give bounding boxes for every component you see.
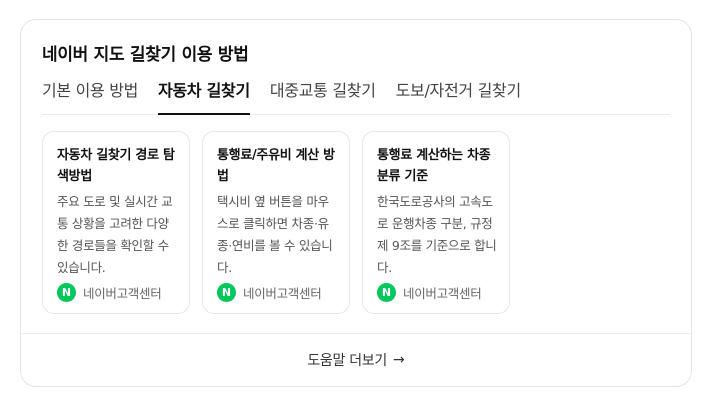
more-help-button[interactable]: 도움말 더보기 → [21,333,691,386]
more-help-label: 도움말 더보기 [307,353,387,369]
tab-walk-bike-directions[interactable]: 도보/자전거 길찾기 [396,78,522,115]
article-source: N 네이버고객센터 [57,283,162,302]
tab-car-directions[interactable]: 자동차 길찾기 [158,78,250,115]
article-description: 주요 도로 및 실시간 교통 상황을 고려한 다양한 경로들을 확인할 수 있습… [57,194,173,275]
naver-n-icon: N [217,283,236,302]
source-name: 네이버고객센터 [243,286,322,301]
article-title: 통행료 계산하는 차종 분류 기준 [377,148,491,184]
tab-transit-directions[interactable]: 대중교통 길찾기 [270,78,376,115]
article-title: 자동차 길찾기 경로 탐색방법 [57,148,175,184]
article-description: 택시비 옆 버튼을 마우스로 클릭하면 차종·유종·연비를 볼 수 있습니다. [217,194,333,275]
article-source: N 네이버고객센터 [217,283,322,302]
source-name: 네이버고객센터 [403,286,482,301]
article-description: 한국도로공사의 고속도로 운행차종 구분, 규정 제 9조를 기준으로 합니다. [377,194,497,275]
help-article-card[interactable]: 자동차 길찾기 경로 탐색방법 주요 도로 및 실시간 교통 상황을 고려한 다… [42,131,190,314]
help-article-list: 자동차 길찾기 경로 탐색방법 주요 도로 및 실시간 교통 상황을 고려한 다… [42,131,510,314]
card-title: 네이버 지도 길찾기 이용 방법 [42,45,249,65]
source-name: 네이버고객센터 [83,286,162,301]
tab-basic-usage[interactable]: 기본 이용 방법 [42,78,138,115]
article-source: N 네이버고객센터 [377,283,482,302]
help-article-card[interactable]: 통행료 계산하는 차종 분류 기준 한국도로공사의 고속도로 운행차종 구분, … [362,131,510,314]
help-card: 네이버 지도 길찾기 이용 방법 기본 이용 방법 자동차 길찾기 대중교통 길… [20,19,692,387]
article-title: 통행료/주유비 계산 방법 [217,148,335,184]
help-article-card[interactable]: 통행료/주유비 계산 방법 택시비 옆 버튼을 마우스로 클릭하면 차종·유종·… [202,131,350,314]
naver-n-icon: N [57,283,76,302]
naver-n-icon: N [377,283,396,302]
arrow-right-icon: → [392,352,405,368]
tab-bar: 기본 이용 방법 자동차 길찾기 대중교통 길찾기 도보/자전거 길찾기 [42,78,670,115]
